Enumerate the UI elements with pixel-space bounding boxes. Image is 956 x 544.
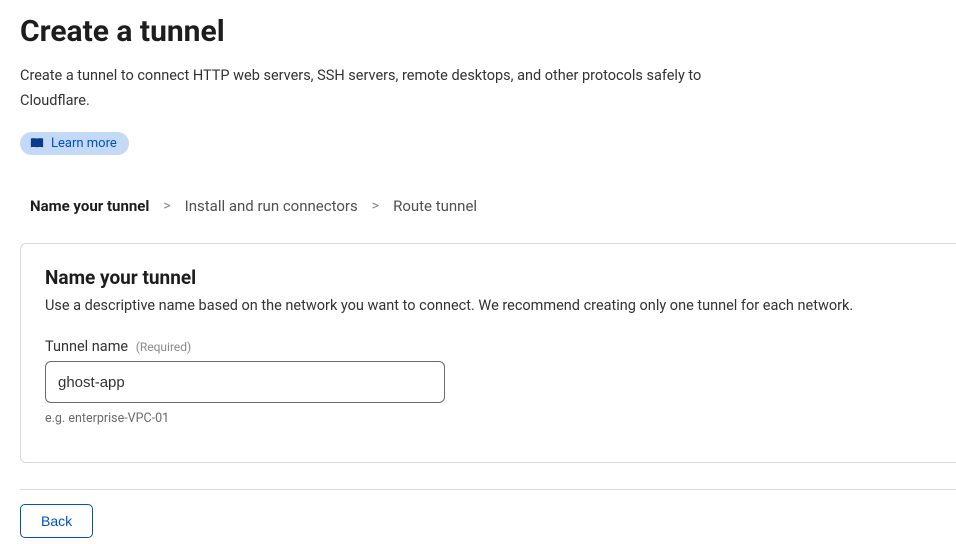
- panel-heading: Name your tunnel: [45, 266, 932, 289]
- learn-more-label: Learn more: [51, 136, 117, 152]
- chevron-right-icon: >: [163, 198, 170, 214]
- footer-divider: [20, 489, 956, 490]
- tunnel-name-label: Tunnel name (Required): [45, 338, 932, 355]
- tunnel-name-input[interactable]: [45, 361, 445, 403]
- chevron-right-icon: >: [372, 198, 379, 214]
- panel-description: Use a descriptive name based on the netw…: [45, 297, 932, 314]
- required-tag: (Required): [136, 340, 191, 354]
- step-install-connectors[interactable]: Install and run connectors: [185, 197, 358, 215]
- field-label-text: Tunnel name: [45, 338, 128, 355]
- form-panel: Name your tunnel Use a descriptive name …: [20, 243, 956, 463]
- learn-more-button[interactable]: Learn more: [20, 132, 129, 156]
- page-subtitle: Create a tunnel to connect HTTP web serv…: [20, 63, 760, 114]
- page-title: Create a tunnel: [20, 14, 956, 49]
- footer: Back: [20, 504, 956, 538]
- step-route-tunnel[interactable]: Route tunnel: [393, 197, 477, 215]
- book-icon: [30, 137, 44, 150]
- tunnel-name-hint: e.g. enterprise-VPC-01: [45, 411, 932, 426]
- back-button[interactable]: Back: [20, 504, 93, 538]
- step-breadcrumb: Name your tunnel > Install and run conne…: [20, 197, 956, 215]
- step-name-tunnel[interactable]: Name your tunnel: [30, 197, 149, 215]
